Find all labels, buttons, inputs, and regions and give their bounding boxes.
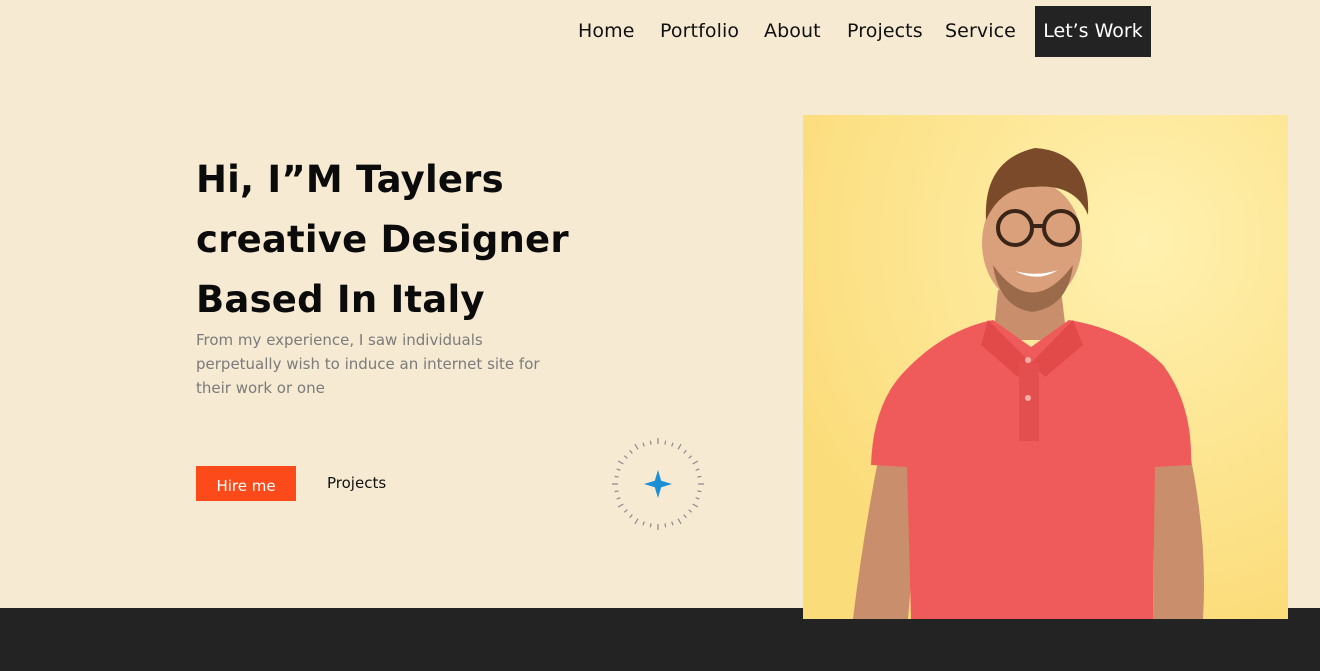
nav-projects[interactable]: Projects [847, 6, 923, 57]
hero-title-line: Hi, I”M Taylers [196, 158, 504, 201]
hero-title-line: Based In Italy [196, 278, 485, 321]
dial-tick [616, 497, 621, 500]
sparkle-icon [612, 438, 704, 530]
dial-tick [623, 509, 628, 513]
dial-tick [629, 514, 633, 519]
dial-tick [677, 443, 682, 450]
dial-tick [649, 523, 652, 528]
dial-tick [642, 442, 645, 447]
nav-service[interactable]: Service [945, 6, 1016, 57]
lets-work-button[interactable]: Let’s Work [1035, 6, 1151, 57]
dial-tick [692, 460, 699, 465]
hire-me-button[interactable]: Hire me [196, 466, 296, 501]
dial-tick [617, 503, 624, 508]
dial-tick [683, 449, 687, 454]
dial-tick [695, 468, 700, 471]
dial-tick [695, 497, 700, 500]
dial-tick [683, 514, 687, 519]
dial-tick [617, 460, 624, 465]
main-nav: Home Portfolio About Projects Service Le… [0, 6, 1320, 57]
dial-tick [688, 455, 693, 459]
dial-tick [642, 521, 645, 526]
dial-tick [697, 490, 702, 493]
hero-description: From my experience, I saw individuals pe… [196, 331, 540, 397]
dial-tick [629, 449, 633, 454]
nav-home[interactable]: Home [578, 6, 635, 57]
dial-tick [671, 442, 674, 447]
dial-tick [688, 509, 693, 513]
dial-tick [649, 440, 652, 445]
dial-tick [677, 518, 682, 525]
profile-photo [803, 115, 1288, 619]
dial-tick [616, 468, 621, 471]
nav-portfolio[interactable]: Portfolio [660, 6, 739, 57]
dial-tick [692, 503, 699, 508]
dial-tick [697, 475, 702, 478]
dial-tick [664, 523, 667, 528]
dial-tick [623, 455, 628, 459]
dial-tick [614, 490, 619, 493]
dial-tick [614, 475, 619, 478]
dial-tick [671, 521, 674, 526]
hero-title: Hi, I”M Taylers creative Designer Based … [196, 150, 569, 330]
nav-about[interactable]: About [764, 6, 821, 57]
dial-tick [634, 443, 639, 450]
hero-title-line: creative Designer [196, 218, 569, 261]
dial-tick [634, 518, 639, 525]
projects-link[interactable]: Projects [327, 466, 386, 501]
dial-tick [664, 440, 667, 445]
